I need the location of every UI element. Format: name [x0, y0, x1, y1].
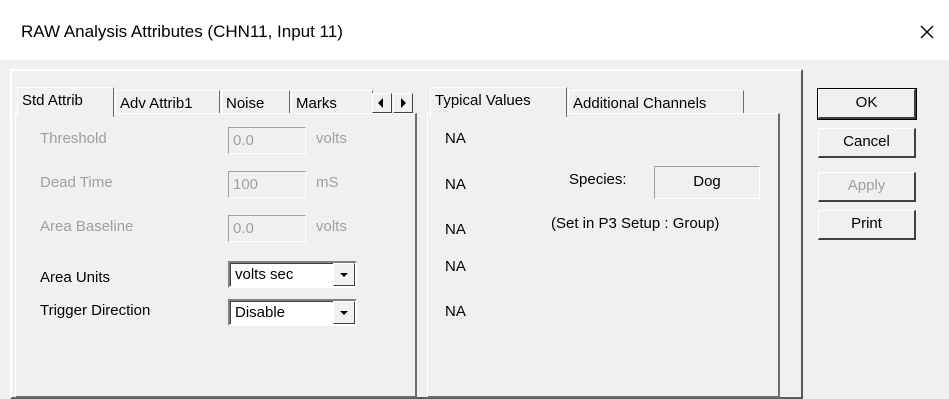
triangle-right-icon [401, 98, 406, 108]
species-label: Species: [569, 171, 627, 188]
tab-additional-channels-label: Additional Channels [573, 95, 707, 112]
threshold-unit: volts [316, 130, 347, 147]
area-units-value: volts sec [235, 266, 294, 283]
threshold-field[interactable]: 0.0 [228, 127, 306, 154]
title-bar: RAW Analysis Attributes (CHN11, Input 11… [0, 0, 949, 60]
area-baseline-field[interactable]: 0.0 [228, 215, 306, 242]
print-button[interactable]: Print [818, 210, 916, 240]
window-title: RAW Analysis Attributes (CHN11, Input 11… [21, 22, 343, 41]
apply-button[interactable]: Apply [818, 172, 916, 202]
chevron-down-icon [340, 273, 348, 277]
close-icon[interactable] [913, 18, 941, 46]
trigger-direction-dropdown-button[interactable] [333, 301, 355, 324]
trigger-direction-select[interactable]: Disable [228, 299, 357, 326]
threshold-label: Threshold [40, 130, 107, 147]
dead-time-field[interactable]: 100 [228, 171, 306, 198]
typical-value-2: NA [445, 176, 466, 193]
dead-time-unit: mS [316, 174, 339, 191]
area-units-select[interactable]: volts sec [228, 261, 357, 288]
trigger-direction-value: Disable [235, 304, 286, 321]
chevron-down-icon [340, 311, 348, 315]
std-attrib-panel [15, 113, 417, 398]
tab-noise-label: Noise [226, 95, 265, 112]
cancel-button[interactable]: Cancel [818, 128, 916, 158]
tab-std-attrib-label: Std Attrib [22, 92, 83, 109]
typical-value-1: NA [445, 130, 466, 147]
triangle-left-icon [378, 98, 383, 108]
tab-scroll-right-button[interactable] [393, 93, 413, 113]
typical-values-panel [427, 113, 780, 398]
tab-marks-label: Marks [296, 95, 337, 112]
species-note: (Set in P3 Setup : Group) [551, 215, 720, 232]
area-units-dropdown-button[interactable] [333, 263, 355, 286]
area-units-label: Area Units [40, 269, 111, 286]
area-baseline-label: Area Baseline [40, 218, 134, 235]
tab-adv-attrib1-label: Adv Attrib1 [120, 95, 193, 112]
ok-button[interactable]: OK [817, 88, 917, 120]
tab-typical-values[interactable]: Typical Values [430, 87, 567, 117]
dead-time-label: Dead Time [40, 174, 113, 191]
typical-value-5: NA [445, 303, 466, 320]
species-field: Dog [654, 166, 760, 199]
trigger-direction-label: Trigger Direction [40, 302, 151, 319]
tab-typical-values-label: Typical Values [435, 92, 531, 109]
typical-value-4: NA [445, 258, 466, 275]
tab-scroll-left-button[interactable] [372, 93, 392, 113]
area-baseline-unit: volts [316, 218, 347, 235]
tab-std-attrib[interactable]: Std Attrib [17, 87, 114, 117]
typical-value-3: NA [445, 221, 466, 238]
